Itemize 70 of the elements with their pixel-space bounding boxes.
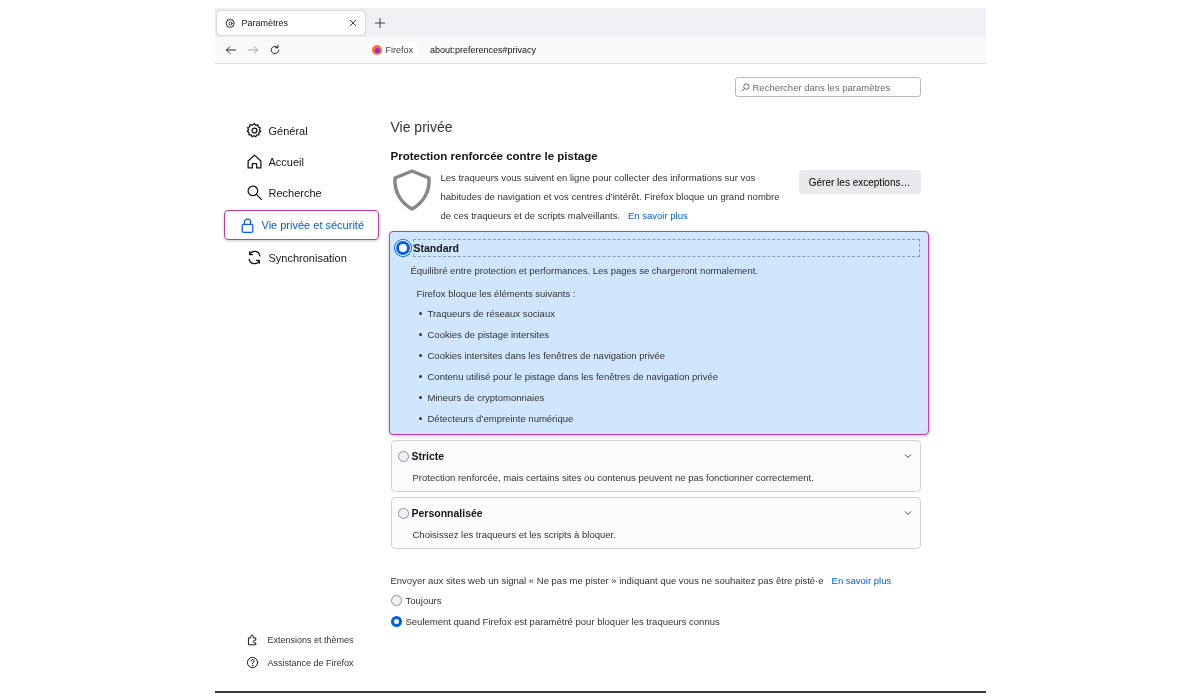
chevron-icon[interactable]: [903, 510, 912, 516]
dnt-description: Envoyer aux sites web un signal « Ne pas me pister » indiquant que vous ne souhaitez pas être pisté·e: [390, 575, 824, 586]
sidebar-item[interactable]: Général: [223, 117, 357, 144]
manage-exceptions-button[interactable]: Gérer les exceptions…: [798, 170, 921, 194]
back-icon: [224, 44, 237, 56]
blocked-list-title: Firefox bloque les éléments suivants :: [416, 288, 577, 299]
home-icon: [245, 153, 263, 170]
reload-icon: [268, 44, 281, 56]
bullet-icon: [418, 396, 422, 399]
radio-button[interactable]: [390, 616, 402, 627]
footer-link[interactable]: Extensions et thèmes: [267, 634, 354, 645]
sidebar-label: Accueil: [268, 155, 304, 168]
sidebar-item[interactable]: Recherche: [223, 179, 357, 206]
radio-button[interactable]: [397, 507, 409, 519]
bullet-icon: [418, 417, 422, 420]
address-url[interactable]: about:preferences#privacy: [430, 45, 537, 55]
search-icon: [245, 184, 263, 201]
bullet-icon: [418, 312, 422, 315]
protection-description: Les traqueurs vous suivent en ligne pour collecter des informations sur vos habitudes de navigation et vos centres d’intérêt. Firefox bloque un grand nombre de ces traqueurs et de scripts malveillants. En savoir plus: [440, 171, 781, 223]
sidebar-label: Synchronisation: [268, 251, 347, 264]
learn-more-link[interactable]: En savoir plus: [831, 575, 892, 586]
forward-icon: [246, 44, 259, 56]
chevron-icon[interactable]: [903, 453, 912, 459]
radio-button[interactable]: [397, 450, 409, 462]
option-card[interactable]: [388, 231, 929, 435]
search-icon: [740, 82, 750, 92]
option-label: Standard: [412, 239, 920, 257]
footer-link[interactable]: Assistance de Firefox: [267, 657, 354, 668]
new-tab-icon[interactable]: [374, 18, 385, 28]
bullet-icon: [418, 375, 422, 378]
search-field[interactable]: Rechercher dans les paramètres: [734, 77, 921, 97]
sidebar-label: Général: [268, 124, 308, 137]
radio-button[interactable]: [390, 595, 402, 606]
firefox-logo-icon: [371, 45, 382, 55]
sidebar-item[interactable]: Vie privée et sécurité: [223, 210, 379, 240]
sidebar-label: Recherche: [268, 186, 322, 199]
shield-icon: [390, 168, 433, 212]
option-card[interactable]: Stricte Protection renforcée, mais certains sites ou contenus peuvent ne pas fonctionner correctement.: [390, 440, 921, 492]
section-title: Protection renforcée contre le pistage: [390, 150, 599, 162]
gear-icon: [245, 122, 263, 139]
blocked-item: Contenu utilisé pour le pistage dans les fenêtres de navigation privée: [427, 371, 718, 382]
option-card[interactable]: Personnalisée Choisissez les traqueurs et les scripts à bloquer.: [390, 497, 921, 549]
identity-label: Firefox: [385, 45, 413, 55]
blocked-item: Cookies intersites dans les fenêtres de navigation privée: [427, 350, 666, 361]
radio-button[interactable]: [395, 241, 410, 255]
option-description: Protection renforcée, mais certains sites ou contenus peuvent ne pas fonctionner correctement.: [412, 472, 815, 483]
bullet-icon: [418, 333, 422, 336]
blocked-item: Mineurs de cryptomonnaies: [427, 392, 545, 403]
gear-icon: [224, 17, 236, 29]
close-icon[interactable]: [348, 19, 357, 27]
blocked-item: Traqueurs de réseaux sociaux: [427, 308, 555, 319]
sidebar-item[interactable]: Accueil: [223, 148, 357, 175]
option-description: Équilibré entre protection et performances. Les pages se chargeront normalement.: [410, 265, 759, 276]
browser-tab[interactable]: Paramètres: [216, 11, 365, 35]
radio-label: Toujours: [405, 595, 442, 606]
sidebar-item[interactable]: Synchronisation: [223, 244, 357, 271]
option-description: Choisissez les traqueurs et les scripts à bloquer.: [412, 529, 617, 540]
radio-label: Seulement quand Firefox est paramétré pour bloquer les traqueurs connus: [405, 616, 720, 627]
blocked-item: Détecteurs d’empreinte numérique: [427, 413, 574, 424]
tab-title: Paramètres: [241, 18, 290, 28]
help-icon: [245, 656, 259, 669]
option-label: Stricte: [411, 449, 446, 464]
sidebar-label: Vie privée et sécurité: [261, 219, 365, 231]
bullet-icon: [418, 354, 422, 357]
puzzle-icon: [245, 633, 259, 646]
identity-chip[interactable]: Firefox: [366, 43, 418, 57]
blocked-item: Cookies de pistage intersites: [427, 329, 549, 340]
page-title: Vie privée: [390, 119, 454, 135]
option-label: Personnalisée: [411, 506, 484, 521]
learn-more-link[interactable]: En savoir plus: [628, 210, 688, 221]
